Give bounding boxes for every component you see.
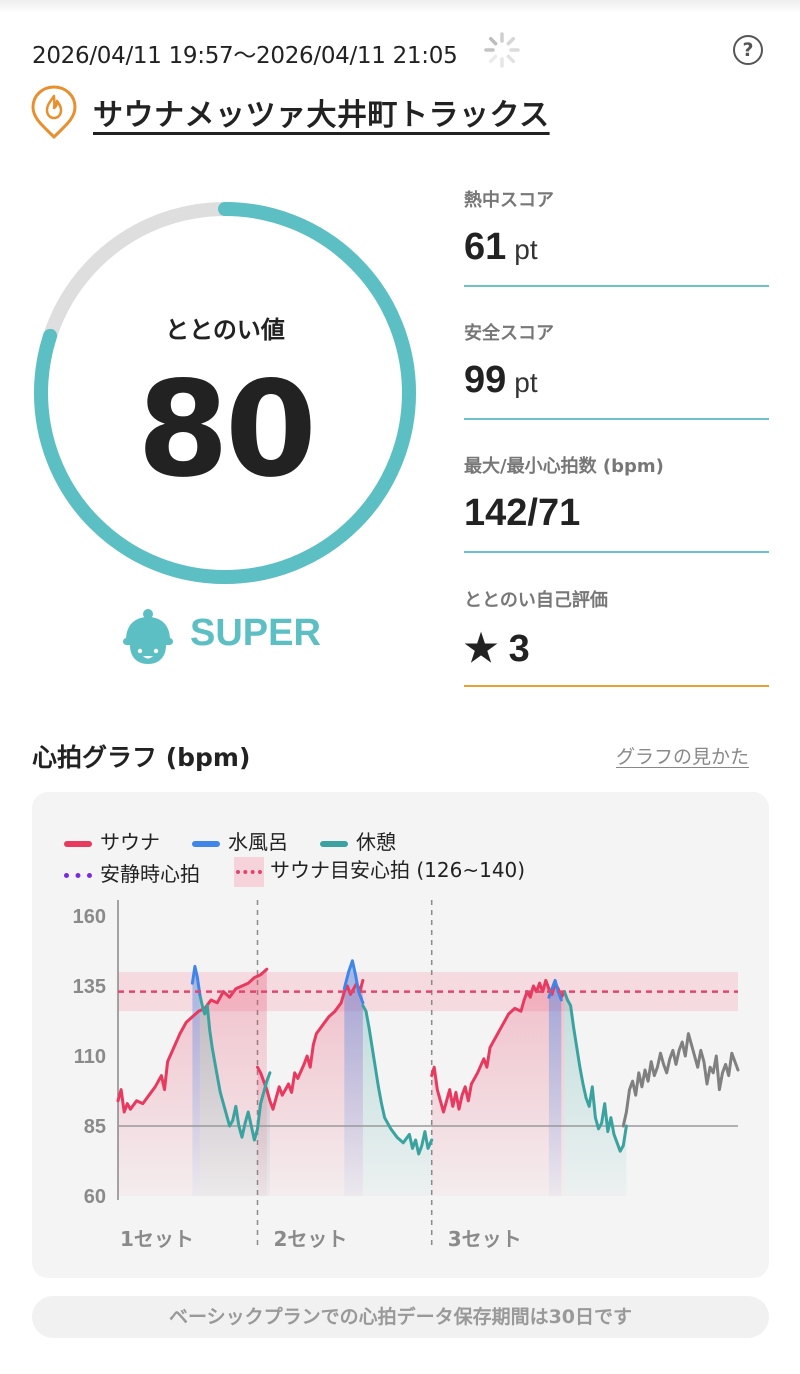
metric-self-rating[interactable]: ととのい自己評価 ★ 3 [464, 586, 769, 688]
set-label: 2セット [274, 1227, 348, 1251]
top-shadow [0, 0, 800, 14]
y-tick-label: 60 [84, 1186, 106, 1208]
legend-target-hr: サウナ目安心拍 (126~140) [234, 854, 525, 887]
metric-divider [464, 285, 769, 287]
legend-rest: 休憩 [320, 826, 396, 855]
legend-swatch [192, 840, 220, 847]
legend-resting-hr: 安静時心拍 [64, 858, 200, 887]
metric-value: 142/71 [464, 492, 581, 534]
rating-value: ★ 3 [464, 628, 530, 670]
set-label: 1セット [120, 1227, 194, 1251]
set-label: 3セット [448, 1227, 522, 1251]
loading-spinner-icon [484, 32, 520, 68]
metric-heat-score: 熱中スコア 61 pt [464, 186, 769, 288]
sauna-location-pin-icon [31, 85, 77, 140]
metric-value: 99 pt [464, 359, 538, 401]
metric-divider [464, 418, 769, 420]
y-tick-label: 85 [84, 1116, 106, 1138]
metric-value: 61 pt [464, 226, 538, 268]
legend-swatch [320, 840, 348, 847]
other-line [621, 1032, 740, 1128]
score-grade: SUPER [190, 612, 321, 654]
cold-area [192, 966, 200, 1196]
sauna-area [431, 980, 565, 1196]
legend-sauna: サウナ [64, 826, 160, 855]
heart-rate-graph-title: 心拍グラフ (bpm) [32, 743, 251, 772]
cold-area [548, 980, 562, 1196]
heart-rate-chart: 160 135 110 85 60 1セット 2セット 3セット [73, 900, 740, 1251]
legend-cold-bath: 水風呂 [192, 826, 288, 855]
facility-link[interactable]: サウナメッツァ大井町トラックス [93, 90, 550, 134]
graph-help-link[interactable]: グラフの見かた [616, 742, 749, 769]
metric-divider [464, 685, 769, 687]
metric-safety-score: 安全スコア 99 pt [464, 319, 769, 421]
metric-label: 熱中スコア [464, 190, 554, 211]
legend-swatch [64, 873, 92, 878]
metric-label: 最大/最小心拍数 (bpm) [464, 456, 664, 477]
score-value: 80 [137, 353, 317, 507]
metric-divider [464, 551, 769, 553]
rest-area [362, 1005, 432, 1196]
legend-swatch [234, 856, 264, 887]
legend-swatch [64, 840, 92, 847]
y-tick-label: 160 [73, 906, 106, 928]
y-tick-label: 135 [73, 976, 106, 998]
plan-notice: ベーシックプランでの心拍データ保存期間は30日です [32, 1296, 769, 1338]
sauna-hat-mascot-icon [123, 609, 173, 664]
metric-heart-rate: 最大/最小心拍数 (bpm) 142/71 [464, 452, 769, 554]
score-label: ととのい値 [165, 316, 285, 344]
session-datetime: 2026/04/11 19:57～2026/04/11 21:05 [32, 43, 458, 69]
help-icon[interactable]: ? [733, 35, 763, 65]
metric-label: ととのい自己評価 [464, 590, 608, 611]
metric-label: 安全スコア [464, 323, 554, 344]
y-tick-label: 110 [74, 1046, 106, 1068]
